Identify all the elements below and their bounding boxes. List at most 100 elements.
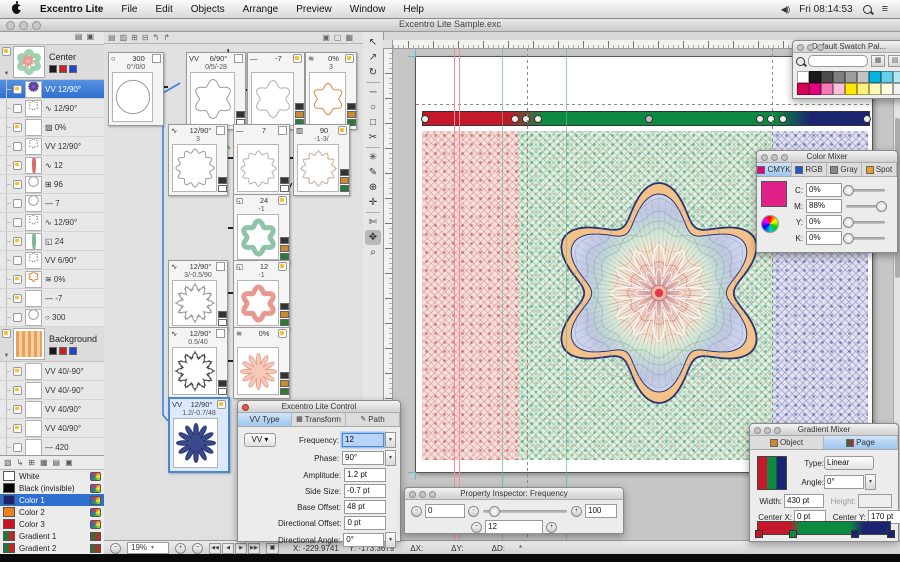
node-tool-r-0[interactable]: ▣: [322, 33, 330, 42]
layer-group-background[interactable]: ▼Background: [0, 327, 104, 362]
layer-visibility-toggle[interactable]: [13, 180, 22, 189]
color-chip[interactable]: [59, 65, 67, 73]
layer-row[interactable]: — -7: [0, 289, 104, 308]
curve-type-dropdown[interactable]: VV ▾: [244, 433, 276, 447]
slider-thumb[interactable]: [843, 185, 854, 196]
color-item-white[interactable]: White: [0, 470, 104, 482]
menu-item-preview[interactable]: Preview: [287, 1, 341, 18]
layer-visibility-toggle[interactable]: [13, 294, 22, 303]
swatch[interactable]: [821, 83, 833, 95]
color-item-black-invisible[interactable]: Black (invisible): [0, 482, 104, 494]
zoom-tool[interactable]: ⌕: [365, 245, 381, 260]
color-wheel-icon[interactable]: [761, 215, 779, 233]
swatch[interactable]: [857, 71, 869, 83]
color-item-gradient-2[interactable]: Gradient 2: [0, 542, 104, 554]
color-chip[interactable]: [69, 347, 77, 355]
card-visibility-toggle[interactable]: [278, 196, 287, 205]
card-visibility-toggle[interactable]: [345, 54, 354, 63]
layer-visibility-toggle[interactable]: [13, 256, 22, 265]
mixer-slider[interactable]: [846, 189, 885, 192]
control-window-title[interactable]: Excentro Lite Control: [238, 401, 400, 413]
menu-item-window[interactable]: Window: [341, 1, 395, 18]
swatch[interactable]: [881, 71, 893, 83]
value-field[interactable]: 12: [485, 520, 543, 534]
layer-visibility-toggle[interactable]: [13, 405, 22, 414]
node-card-5[interactable]: —7: [233, 124, 290, 196]
colors-toolbar-icon-1[interactable]: ↳: [17, 458, 24, 467]
card-checkbox[interactable]: [278, 126, 287, 135]
layer-visibility-toggle[interactable]: [13, 443, 22, 452]
layer-row[interactable]: VV 40/90°: [0, 419, 104, 438]
menu-item-arrange[interactable]: Arrange: [234, 1, 288, 18]
tab-cmyk[interactable]: CMYK: [757, 163, 792, 176]
gradient-center-handle[interactable]: [645, 115, 653, 123]
node-tool-5[interactable]: ↱: [163, 33, 170, 42]
menu-app[interactable]: Excentro Lite: [31, 1, 112, 18]
card-checkbox[interactable]: [216, 126, 225, 135]
notification-center-icon[interactable]: ≡: [882, 3, 888, 15]
field-stepper[interactable]: ▼: [385, 532, 396, 548]
swatch[interactable]: [833, 83, 845, 95]
tab-vv-type[interactable]: VV Type: [238, 413, 292, 426]
node-tool-3[interactable]: ⊟: [142, 33, 149, 42]
layer-group-center[interactable]: ▼Center: [0, 45, 104, 80]
close-button[interactable]: [6, 21, 15, 30]
node-card-11[interactable]: ≋0%: [233, 327, 290, 399]
field-stepper[interactable]: ▼: [385, 450, 396, 466]
zoom-out-button[interactable]: −: [110, 543, 121, 554]
gradient-stop-handle[interactable]: [421, 115, 429, 123]
layer-visibility-toggle[interactable]: [13, 237, 22, 246]
gradient-stops-bar[interactable]: [757, 521, 891, 535]
gradient-stop[interactable]: [789, 530, 797, 538]
increment-button[interactable]: +: [546, 522, 557, 533]
direct-select-tool[interactable]: ↗: [365, 50, 381, 65]
menu-item-file[interactable]: File: [112, 1, 146, 18]
layer-visibility-toggle[interactable]: [13, 367, 22, 376]
apple-icon[interactable]: [12, 4, 21, 14]
gear-tool[interactable]: ⊕: [365, 180, 381, 195]
group-expand-arrow[interactable]: ▼: [4, 71, 10, 77]
node-card-9[interactable]: ◱12-1: [233, 260, 290, 330]
layer-row[interactable]: ∿ 12/90°: [0, 213, 104, 232]
layer-row[interactable]: ◱ 24: [0, 232, 104, 251]
zoom-button[interactable]: [32, 21, 41, 30]
group-visibility-toggle[interactable]: [2, 329, 11, 338]
colors-toolbar-icon-0[interactable]: ▧: [4, 458, 12, 467]
card-visibility-toggle[interactable]: [338, 126, 347, 135]
swatch[interactable]: [809, 71, 821, 83]
layer-visibility-toggle[interactable]: [13, 313, 22, 322]
min-field[interactable]: 0: [425, 504, 465, 518]
control-value-field[interactable]: 0°: [343, 533, 384, 547]
mixer-slider[interactable]: [846, 237, 885, 240]
color-chip[interactable]: [59, 347, 67, 355]
mixer-value-field[interactable]: 0%: [806, 183, 842, 197]
card-checkbox[interactable]: [216, 329, 225, 338]
node-card-12[interactable]: VV12/90°1.2/-0.7/48: [168, 397, 230, 473]
new-group-button[interactable]: ▤: [75, 32, 83, 44]
gradient-stop-handle[interactable]: [511, 115, 519, 123]
decrement-button[interactable]: −: [471, 522, 482, 533]
rosette-object[interactable]: [539, 173, 779, 413]
node-card-2[interactable]: —-7: [247, 52, 305, 130]
layer-visibility-toggle[interactable]: [13, 161, 22, 170]
window-title-bar[interactable]: Excentro Lite Sample.exc: [0, 18, 900, 32]
color-item-color-1[interactable]: Color 1: [0, 494, 104, 506]
control-value-field[interactable]: 48 pt: [344, 500, 386, 514]
tab-transform[interactable]: ▦Transform: [292, 413, 346, 426]
color-chip[interactable]: [69, 65, 77, 73]
layer-row[interactable]: ○ 300: [0, 308, 104, 327]
colors-toolbar-icon-4[interactable]: ▤: [53, 458, 61, 467]
swatch[interactable]: [869, 71, 881, 83]
menu-clock[interactable]: Fri 08:14:53: [799, 4, 852, 15]
slider-min-icon[interactable]: -: [468, 506, 479, 517]
pen-tool[interactable]: ✎: [365, 165, 381, 180]
color-item-gradient-1[interactable]: Gradient 1: [0, 530, 104, 542]
layer-visibility-toggle[interactable]: [13, 386, 22, 395]
gradient-stop[interactable]: [887, 530, 895, 538]
spotlight-icon[interactable]: [863, 5, 872, 14]
swatch[interactable]: [869, 83, 881, 95]
knife-tool[interactable]: ✄: [365, 215, 381, 230]
gradient-mixer-title[interactable]: Gradient Mixer: [750, 424, 898, 436]
layer-row[interactable]: VV 12/90°: [0, 80, 104, 99]
tab-object[interactable]: Object: [750, 436, 824, 449]
